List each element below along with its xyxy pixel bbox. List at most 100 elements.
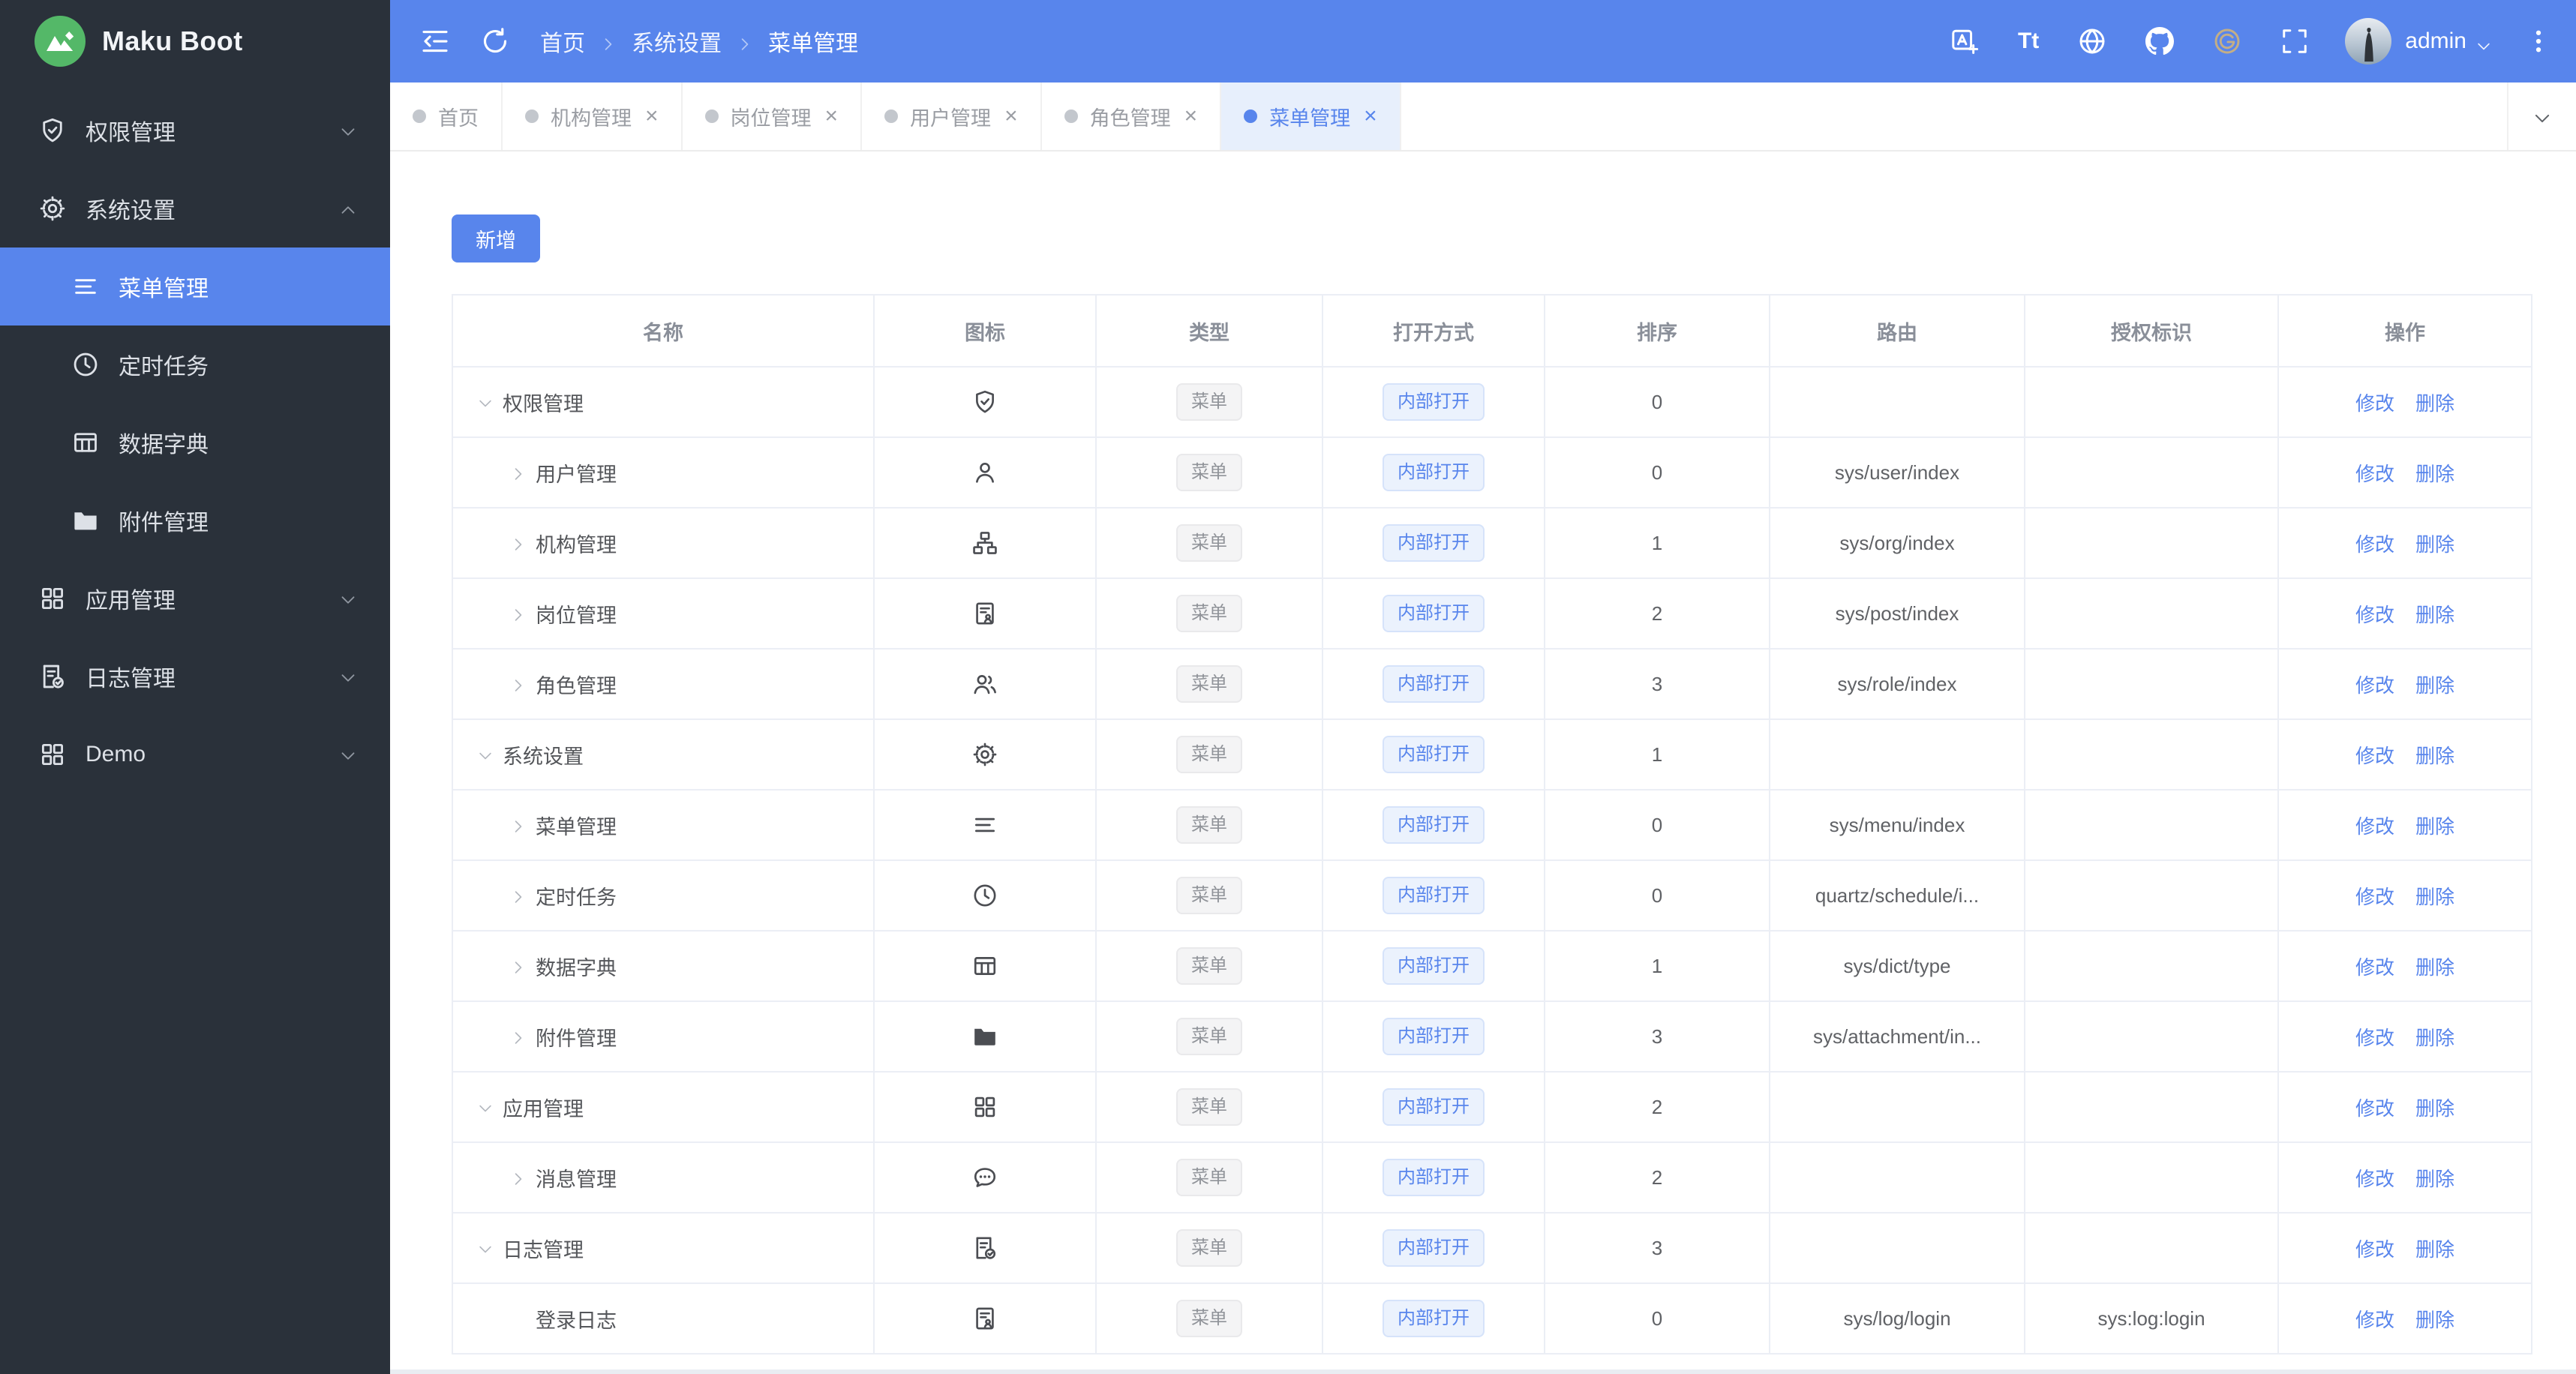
translate-icon[interactable] [1950, 27, 1979, 56]
chevron-down-icon [339, 122, 357, 140]
collapse-sidebar-icon[interactable] [420, 26, 450, 56]
tree-collapse-icon[interactable] [510, 817, 527, 833]
delete-link[interactable]: 删除 [2415, 674, 2454, 697]
edit-link[interactable]: 修改 [2355, 604, 2394, 626]
tab-close-icon[interactable]: × [1364, 105, 1377, 128]
sidebar-subitem[interactable]: 菜单管理 [0, 248, 390, 326]
tree-collapse-icon[interactable] [510, 1028, 527, 1045]
fullscreen-icon[interactable] [2280, 27, 2309, 56]
edit-link[interactable]: 修改 [2355, 1309, 2394, 1331]
menu-name: 数据字典 [536, 956, 617, 980]
route-cell: sys/role/index [1769, 648, 2025, 720]
type-cell: 菜单 [1095, 1212, 1323, 1284]
open-mode-badge: 内部打开 [1383, 383, 1485, 421]
tree-expand-icon[interactable] [477, 394, 494, 410]
type-badge: 菜单 [1176, 947, 1242, 985]
tree-collapse-icon[interactable] [510, 464, 527, 481]
delete-link[interactable]: 删除 [2415, 1097, 2454, 1120]
add-button[interactable]: 新增 [452, 214, 540, 262]
edit-link[interactable]: 修改 [2355, 886, 2394, 908]
tab-actions-dropdown[interactable] [2507, 82, 2576, 150]
sort-cell: 2 [1544, 1071, 1770, 1143]
sidebar-subitem[interactable]: 定时任务 [0, 326, 390, 404]
github-icon[interactable] [2145, 27, 2175, 56]
edit-link[interactable]: 修改 [2355, 815, 2394, 838]
edit-link[interactable]: 修改 [2355, 674, 2394, 697]
sidebar-item[interactable]: 应用管理 [0, 560, 390, 638]
tab-item[interactable]: 用户管理 × [862, 82, 1042, 150]
tab-item[interactable]: 岗位管理 × [683, 82, 863, 150]
clock-icon [972, 883, 998, 908]
globe-icon[interactable] [2078, 27, 2106, 56]
delete-link[interactable]: 删除 [2415, 745, 2454, 767]
sort-cell: 0 [1544, 860, 1770, 932]
edit-link[interactable]: 修改 [2355, 463, 2394, 485]
tab-close-icon[interactable]: × [1004, 105, 1018, 128]
tab-close-icon[interactable]: × [1184, 105, 1198, 128]
menu-name: 岗位管理 [536, 604, 617, 627]
log-doc-icon [39, 663, 66, 690]
open-mode-badge: 内部打开 [1383, 877, 1485, 914]
tree-collapse-icon[interactable] [510, 1169, 527, 1186]
delete-link[interactable]: 删除 [2415, 1168, 2454, 1190]
more-options-icon[interactable] [2525, 28, 2552, 55]
open-mode-cell: 内部打开 [1322, 930, 1545, 1002]
tree-expand-icon[interactable] [477, 1099, 494, 1115]
edit-link[interactable]: 修改 [2355, 1097, 2394, 1120]
delete-link[interactable]: 删除 [2415, 956, 2454, 979]
tree-collapse-icon[interactable] [510, 958, 527, 974]
avatar [2345, 18, 2392, 64]
tree-collapse-icon[interactable] [510, 676, 527, 692]
sort-cell: 1 [1544, 507, 1770, 579]
tab-active[interactable]: 菜单管理 × [1221, 82, 1401, 150]
sidebar-item[interactable]: 系统设置 [0, 170, 390, 248]
tab-item[interactable]: 角色管理 × [1042, 82, 1222, 150]
page-background [390, 1370, 2576, 1374]
auth-cell [2024, 366, 2279, 438]
open-mode-badge: 内部打开 [1383, 1300, 1485, 1337]
delete-link[interactable]: 删除 [2415, 815, 2454, 838]
tree-expand-icon[interactable] [477, 1240, 494, 1256]
edit-link[interactable]: 修改 [2355, 1168, 2394, 1190]
tab-close-icon[interactable]: × [825, 105, 839, 128]
delete-link[interactable]: 删除 [2415, 1027, 2454, 1049]
gitee-icon[interactable] [2213, 27, 2241, 56]
edit-link[interactable]: 修改 [2355, 956, 2394, 979]
sidebar-item[interactable]: 日志管理 [0, 638, 390, 716]
sidebar-subitem[interactable]: 附件管理 [0, 482, 390, 560]
breadcrumb-item[interactable]: 系统设置 [632, 25, 722, 58]
delete-link[interactable]: 删除 [2415, 886, 2454, 908]
tab-item[interactable]: 机构管理 × [503, 82, 683, 150]
edit-link[interactable]: 修改 [2355, 533, 2394, 556]
delete-link[interactable]: 删除 [2415, 392, 2454, 415]
delete-link[interactable]: 删除 [2415, 463, 2454, 485]
delete-link[interactable]: 删除 [2415, 1238, 2454, 1261]
breadcrumb-item[interactable]: 首页 [540, 25, 585, 58]
table-row: 定时任务 菜单 内部打开 0 quartz/schedule/i... 修改 删除 [452, 860, 2532, 932]
delete-link[interactable]: 删除 [2415, 1309, 2454, 1331]
name-cell: 菜单管理 [452, 789, 875, 861]
font-size-icon[interactable]: Tt [2018, 27, 2039, 56]
user-menu[interactable]: admin [2345, 18, 2492, 64]
tree-expand-icon[interactable] [477, 746, 494, 763]
sidebar-item[interactable]: Demo [0, 716, 390, 794]
sidebar-subitem[interactable]: 数据字典 [0, 404, 390, 482]
refresh-icon[interactable] [480, 26, 510, 56]
tree-collapse-icon[interactable] [510, 535, 527, 551]
gear-icon [39, 195, 66, 222]
column-header: 类型 [1095, 294, 1323, 368]
edit-link[interactable]: 修改 [2355, 1027, 2394, 1049]
delete-link[interactable]: 删除 [2415, 604, 2454, 626]
tabbar: 首页 机构管理 × 岗位管理 × 用户管理 × 角色管理 × 菜单管理 × [390, 82, 2576, 152]
edit-link[interactable]: 修改 [2355, 1238, 2394, 1261]
tab-item[interactable]: 首页 [390, 82, 503, 150]
delete-link[interactable]: 删除 [2415, 533, 2454, 556]
tab-label: 机构管理 [551, 106, 632, 130]
open-mode-cell: 内部打开 [1322, 718, 1545, 790]
edit-link[interactable]: 修改 [2355, 392, 2394, 415]
tree-collapse-icon[interactable] [510, 605, 527, 622]
edit-link[interactable]: 修改 [2355, 745, 2394, 767]
sidebar-item[interactable]: 权限管理 [0, 92, 390, 170]
tab-close-icon[interactable]: × [645, 105, 659, 128]
tree-collapse-icon[interactable] [510, 887, 527, 904]
